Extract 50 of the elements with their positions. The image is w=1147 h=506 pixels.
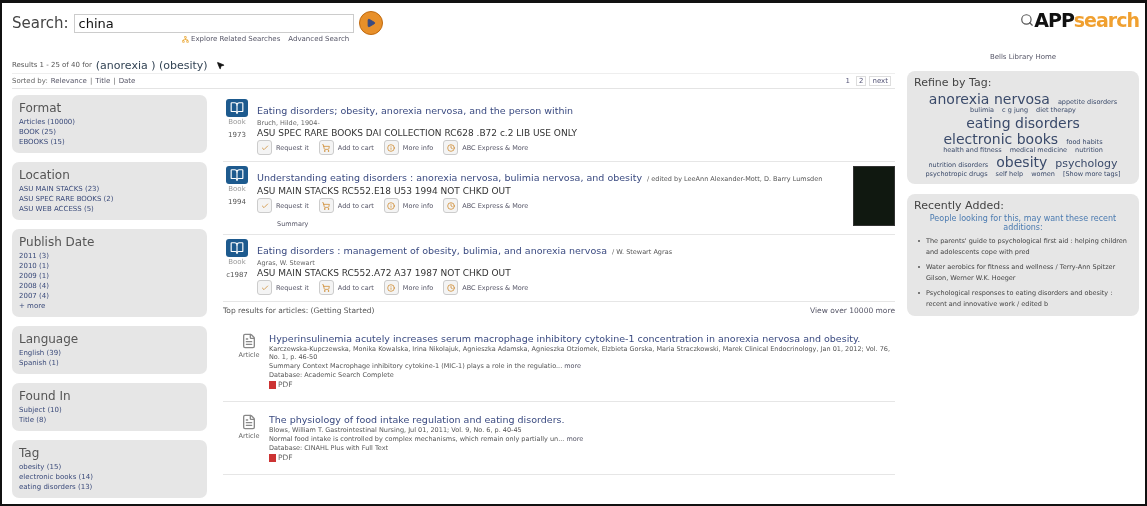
search-field[interactable]: china [73, 13, 354, 33]
holding: ASU SPEC RARE BOOKS DAI COLLECTION RC628 .B72 c.2 LIB USE ONLY [257, 128, 578, 138]
result-title[interactable]: Eating disorders : management of obesity, bulimia, and anorexia nervosa [257, 245, 607, 256]
facet-title: Location [19, 168, 71, 182]
result-title[interactable]: The physiology of food intake regulation and eating disorders. [269, 414, 895, 425]
result-title[interactable]: Eating disorders; obesity, anorexia nervosa, and the person within [257, 105, 574, 116]
result-title[interactable]: Hyperinsulinemia acutely increases serum macrophage inhibitory cytokine-1 concentration in anorexia nervosa and obesity. [269, 333, 895, 344]
book-icon [226, 99, 248, 117]
info-icon [383, 280, 399, 295]
facet-title: Publish Date [19, 235, 96, 249]
clock-icon [443, 280, 459, 295]
magnifier-icon [1020, 13, 1035, 27]
recent-intro: People looking for this, may want these recent additions: [928, 214, 1118, 233]
clock-icon [443, 140, 459, 155]
check-icon [257, 140, 272, 155]
panel-title: Refine by Tag: [914, 76, 993, 89]
cart-icon [318, 140, 334, 155]
check-icon [257, 280, 272, 295]
network-icon [182, 35, 189, 43]
book-icon [226, 239, 248, 257]
pdf-icon [269, 453, 276, 462]
cart-icon [318, 280, 334, 295]
info-icon [383, 140, 399, 155]
tag-link[interactable]: obesity [996, 154, 1048, 171]
results-query: (anorexia ) (obesity) [95, 58, 208, 72]
result-title[interactable]: Understanding eating disorders : anorexia nervosa, bulimia nervosa, and obesity [257, 172, 642, 183]
facet-title: Format [19, 101, 63, 115]
cursor-icon [215, 60, 225, 70]
holding: ASU MAIN STACKS RC552.A72 A37 1987 NOT CHKD OUT [257, 268, 512, 278]
facet-title: Tag [19, 446, 41, 460]
app-logo: APPsearch [1020, 9, 1139, 31]
tag-link[interactable]: anorexia nervosa [928, 91, 1050, 108]
book-icon [226, 166, 248, 184]
clock-icon [443, 198, 459, 213]
cart-icon [318, 198, 334, 213]
tag-link[interactable]: eating disorders [966, 114, 1080, 131]
pdf-icon [269, 380, 276, 389]
search-label: Search: [12, 14, 69, 32]
tag-link[interactable]: psychology [1055, 158, 1118, 171]
facet-title: Language [19, 332, 80, 346]
holding: ASU MAIN STACKS RC552.E18 U53 1994 NOT CHKD OUT [257, 186, 512, 196]
play-icon [365, 18, 376, 28]
facet-title: Found In [19, 389, 72, 403]
tag-link[interactable]: electronic books [943, 130, 1059, 147]
panel-title: Recently Added: [914, 199, 1005, 213]
document-icon [241, 414, 257, 430]
search-submit-button[interactable] [358, 11, 383, 35]
check-icon [257, 198, 272, 213]
document-icon [241, 333, 257, 349]
info-icon [383, 198, 399, 213]
